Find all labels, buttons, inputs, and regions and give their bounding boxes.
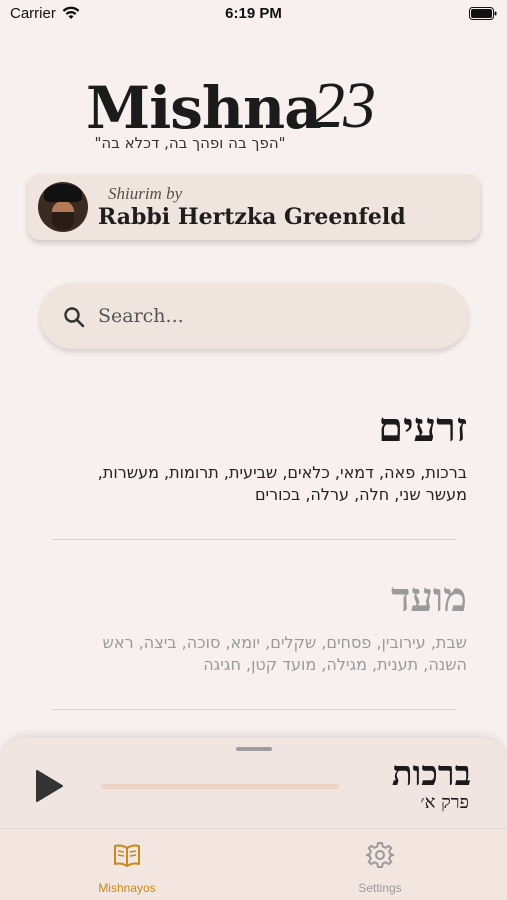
seder-title: מועד: [391, 574, 467, 621]
tab-settings[interactable]: Settings: [320, 829, 440, 900]
tab-label: Mishnayos: [98, 881, 156, 895]
battery-icon: [469, 7, 497, 20]
seder-title: זרעים: [378, 404, 467, 451]
search-input[interactable]: [98, 301, 438, 331]
rabbi-card[interactable]: Shiurim by Rabbi Hertzka Greenfeld: [28, 174, 480, 240]
progress-slider[interactable]: [101, 784, 339, 789]
player-title: ברכות: [391, 754, 471, 794]
drag-handle[interactable]: [236, 747, 272, 751]
play-icon[interactable]: [34, 769, 64, 803]
seder-tractates: ברכות, פאה, דמאי, כלאים, שביעית, תרומות,…: [97, 463, 467, 504]
logo-wordmark: Mishna: [86, 74, 322, 142]
player-subtitle: פרק א׳: [420, 792, 469, 813]
avatar: [38, 182, 88, 232]
shiurim-by-label: Shiurim by: [108, 184, 183, 203]
logo-tagline: "הפך בה ופהך בה, דכלא בה": [94, 134, 286, 152]
logo-number: 23: [312, 69, 376, 142]
search-icon: [64, 307, 85, 328]
tab-mishnayos[interactable]: Mishnayos: [67, 829, 187, 900]
seder-tractates: שבת, עירובין, פסחים, שקלים, יומא, סוכה, …: [102, 633, 467, 674]
status-bar: Carrier 6:19 PM: [0, 0, 507, 30]
tab-bar: Mishnayos Settings: [0, 828, 507, 900]
clock: 6:19 PM: [225, 5, 282, 22]
search-bar[interactable]: [40, 283, 468, 349]
divider: [52, 539, 456, 540]
mini-player[interactable]: ברכות פרק א׳: [0, 738, 507, 834]
gear-icon: [366, 842, 394, 868]
rabbi-name: Rabbi Hertzka Greenfeld: [98, 204, 406, 230]
tab-label: Settings: [358, 881, 402, 895]
app-logo: Mishna 23 "הפך בה ופהך בה, דכלא בה": [0, 69, 507, 162]
book-icon: [114, 844, 140, 867]
divider: [52, 709, 456, 710]
